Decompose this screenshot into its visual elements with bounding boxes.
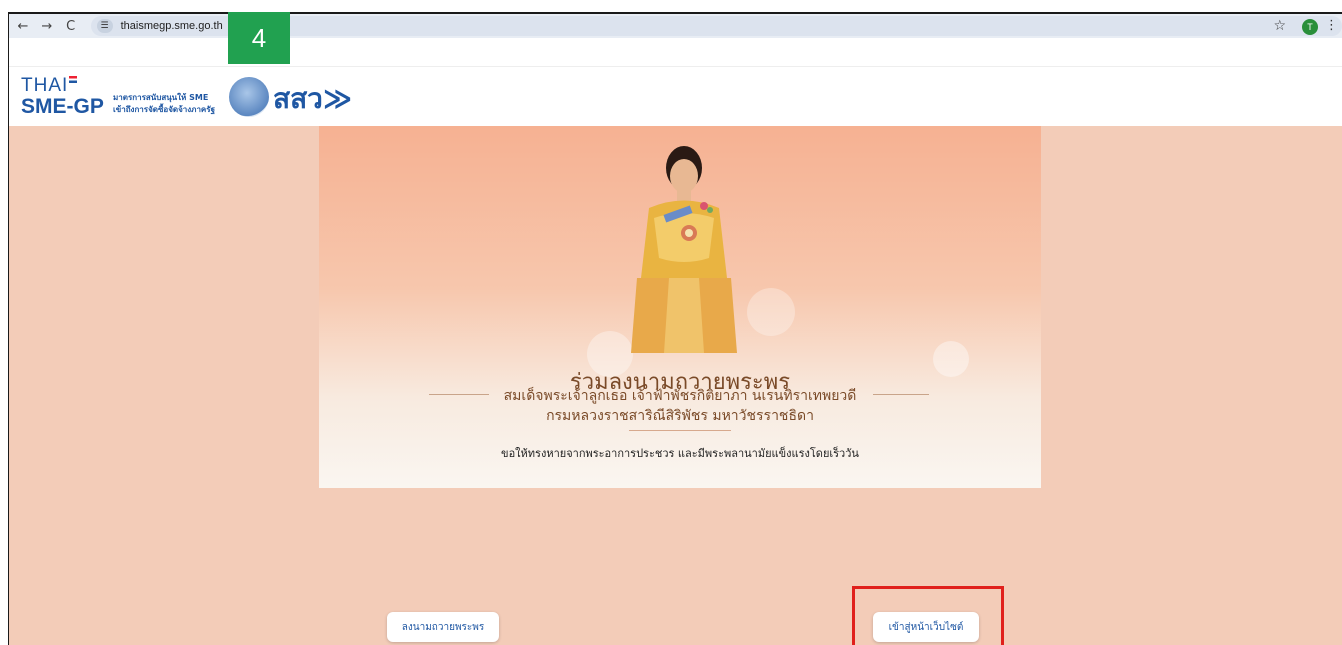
banner-subtitle-2: กรมหลวงราชสาริณีสิริพัชร มหาวัชรราชธิดา: [546, 408, 814, 424]
page-content: ร่วมลงนามถวายพระพร สมเด็จพระเจ้าลูกเธอ เ…: [9, 126, 1342, 645]
thai-flag-icon: [69, 76, 77, 83]
site-header: THAI SME-GP มาตรการสนับสนุนให้ SME เข้าถ…: [9, 66, 1342, 126]
banner-wish-text: ขอให้ทรงหายจากพระอาการประชวร และมีพระพลา…: [501, 447, 859, 460]
web-page: THAI SME-GP มาตรการสนับสนุนให้ SME เข้าถ…: [8, 38, 1342, 645]
royal-banner: ร่วมลงนามถวายพระพร สมเด็จพระเจ้าลูกเธอ เ…: [319, 126, 1041, 488]
back-arrow-icon[interactable]: ←: [13, 19, 33, 34]
logo-osmep-label: สสว: [273, 82, 323, 115]
logo-osmep-text[interactable]: สสว≫: [273, 77, 352, 121]
double-chevron-icon: ≫: [322, 82, 353, 115]
frame-top: ู: [0, 0, 1342, 12]
step-badge: 4: [228, 12, 290, 64]
url-text[interactable]: thaismegp.sme.go.th: [121, 20, 223, 32]
forward-arrow-icon[interactable]: →: [37, 19, 57, 34]
bookmark-star-icon[interactable]: ☆: [1273, 18, 1286, 34]
browser-toolbar: ← → C ☰ thaismegp.sme.go.th ☆ T ⋮: [8, 12, 1342, 38]
reload-icon[interactable]: C: [61, 19, 81, 34]
banner-subtitle-1: สมเด็จพระเจ้าลูกเธอ เจ้าฟ้าพัชรกิติยาภา …: [503, 388, 857, 404]
site-info-icon[interactable]: ☰: [96, 19, 113, 33]
profile-avatar[interactable]: T: [1302, 19, 1318, 35]
sign-blessing-button[interactable]: ลงนามถวายพระพร: [387, 612, 499, 642]
logo-thai-text[interactable]: THAI: [21, 75, 68, 97]
banner-divider: [629, 430, 731, 431]
logo-tagline-2: เข้าถึงการจัดซื้อจัดจ้างภาครัฐ: [113, 105, 215, 114]
highlight-box: [852, 586, 1004, 645]
royal-portrait: [631, 146, 737, 353]
emblem-icon: [229, 77, 269, 117]
menu-icon[interactable]: ⋮: [1325, 18, 1338, 33]
logo-smegp-text[interactable]: SME-GP: [21, 95, 104, 119]
